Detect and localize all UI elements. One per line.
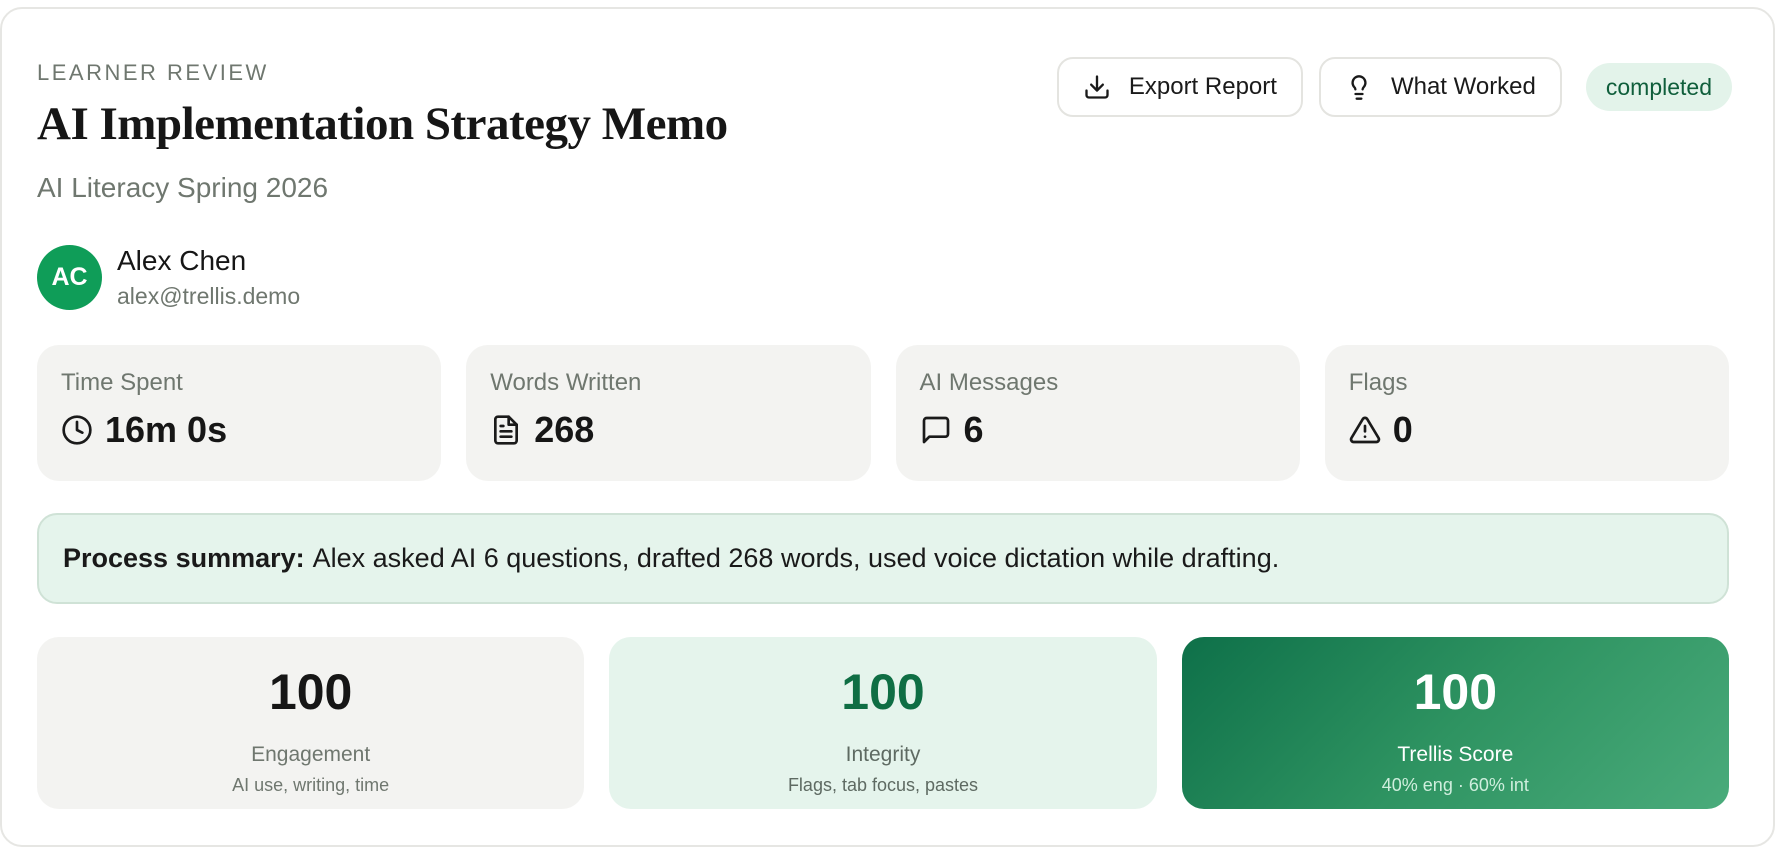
lightbulb-icon xyxy=(1351,75,1367,100)
header-actions: Export Report What Worked completed xyxy=(1056,57,1732,117)
stat-time-spent: Time Spent 16m 0s xyxy=(37,345,442,481)
stat-value: 6 xyxy=(963,409,984,450)
score-description: 40% eng · 60% int xyxy=(1381,775,1529,795)
warning-icon xyxy=(1349,416,1380,444)
avatar: AC xyxy=(37,245,102,310)
chat-icon xyxy=(922,416,949,444)
stat-label: AI Messages xyxy=(919,369,1059,396)
stat-label: Words Written xyxy=(490,369,642,396)
score-integrity: 100 Integrity Flags, tab focus, pastes xyxy=(609,637,1157,809)
what-worked-label: What Worked xyxy=(1390,73,1536,100)
score-value: 100 xyxy=(841,664,925,720)
stat-value: 268 xyxy=(534,409,595,450)
score-label: Trellis Score xyxy=(1397,743,1514,766)
score-label: Engagement xyxy=(251,743,371,766)
score-description: Flags, tab focus, pastes xyxy=(787,775,979,795)
eyebrow-label: LEARNER REVIEW xyxy=(37,60,269,85)
stat-value: 0 xyxy=(1392,409,1413,450)
score-label: Integrity xyxy=(845,743,921,766)
export-report-label: Export Report xyxy=(1128,73,1277,100)
what-worked-button[interactable]: What Worked xyxy=(1318,57,1562,117)
summary-label: Process summary: xyxy=(63,543,305,573)
stat-value: 16m 0s xyxy=(105,409,228,450)
status-badge: completed xyxy=(1585,63,1732,111)
stat-label: Flags xyxy=(1348,369,1408,396)
page-title: AI Implementation Strategy Memo xyxy=(37,98,728,150)
stat-words-written: Words Written 268 xyxy=(466,345,871,481)
stat-ai-messages: AI Messages 6 xyxy=(895,345,1300,481)
learner-name: Alex Chen xyxy=(117,245,247,276)
score-engagement: 100 Engagement AI use, writing, time xyxy=(37,637,585,809)
stats-row: Time Spent 16m 0s Words Written 268 AI M… xyxy=(37,345,1729,481)
download-icon xyxy=(1085,75,1109,99)
clock-icon xyxy=(62,415,92,445)
summary-text: Alex asked AI 6 questions, drafted 268 w… xyxy=(312,543,1280,573)
score-description: AI use, writing, time xyxy=(232,775,390,795)
learner-email: alex@trellis.demo xyxy=(117,283,301,309)
score-trellis: 100 Trellis Score 40% eng · 60% int xyxy=(1181,637,1729,809)
scores-row: 100 Engagement AI use, writing, time 100… xyxy=(37,637,1729,809)
score-value: 100 xyxy=(268,664,353,720)
course-subtitle: AI Literacy Spring 2026 xyxy=(37,172,329,203)
stat-flags: Flags 0 xyxy=(1324,345,1729,481)
process-summary: Process summary: Alex asked AI 6 questio… xyxy=(37,513,1729,604)
export-report-button[interactable]: Export Report xyxy=(1056,57,1303,117)
document-icon xyxy=(494,415,519,445)
stat-label: Time Spent xyxy=(61,369,183,396)
score-value: 100 xyxy=(1413,664,1498,720)
